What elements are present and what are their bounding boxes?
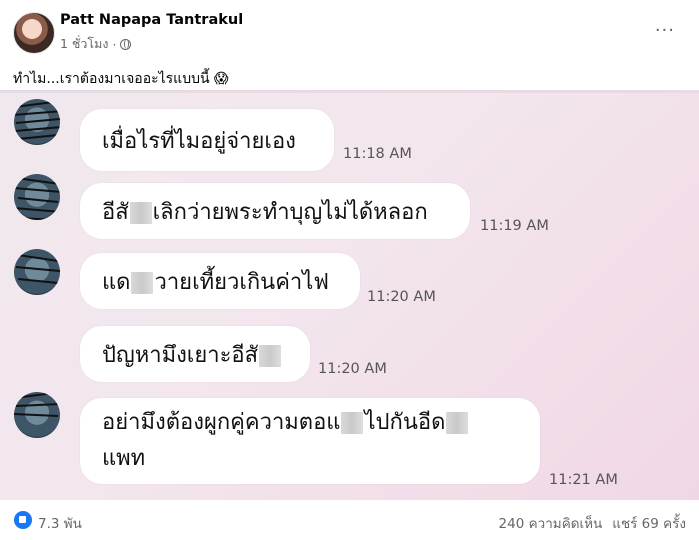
message-time: 11:20 AM [367, 289, 436, 305]
scribble-overlay [14, 392, 60, 417]
message-text-start: แด [102, 269, 131, 295]
message-bubble: เมื่อไรที่ไมอยู่จ่ายเอง [80, 109, 334, 171]
message-text-start: อย่ามึงต้องผูกคู่ความตอแ [102, 410, 341, 435]
sender-avatar [14, 99, 60, 145]
censor-block [131, 271, 154, 294]
message-text-end: วายเที้ยวเกินค่าไฟ [154, 269, 329, 295]
scribble-overlay [14, 100, 60, 140]
post-caption: ทำไม...เราต้องมาเจออะไรแบบนี้ 😱 [13, 71, 229, 87]
post-stats: 240 ความคิดเห็น แชร์ 69 ครั้ง [499, 512, 686, 534]
message-text-start: ปัญหามึงเยาะอีสั [102, 342, 259, 368]
more-icon[interactable]: ··· [655, 20, 675, 41]
chat-screenshot[interactable]: เมื่อไรที่ไมอยู่จ่ายเอง 11:18 AM อีสั เลิ… [0, 90, 699, 500]
censor-block [129, 201, 152, 224]
message-bubble: แด วายเที้ยวเกินค่าไฟ [80, 253, 360, 309]
message-bubble: อย่ามึงต้องผูกคู่ความตอแ ไปกันอีด แพท [80, 398, 540, 484]
message-time: 11:21 AM [549, 472, 618, 488]
message-text-start: อีสั [102, 199, 129, 225]
message-text: เมื่อไรที่ไมอยู่จ่ายเอง [102, 128, 296, 154]
author-name[interactable]: Patt Napapa Tantrakul [60, 12, 243, 28]
scribble-overlay [14, 177, 60, 220]
message-text-line2: แพท [102, 446, 146, 471]
message-time: 11:18 AM [343, 146, 412, 162]
like-icon[interactable] [14, 511, 32, 529]
sender-avatar [14, 249, 60, 295]
censor-block [259, 344, 282, 367]
divider [0, 90, 699, 93]
post-meta: 1 ชั่วโมง · [60, 34, 132, 54]
post-header: Patt Napapa Tantrakul 1 ชั่วโมง · ··· [0, 0, 699, 58]
message-text: ปัญหามึงเยาะอีสั [102, 337, 282, 372]
message-time: 11:20 AM [318, 361, 387, 377]
author-avatar[interactable] [13, 12, 55, 54]
meta-separator: · [112, 36, 117, 52]
censor-block [341, 412, 364, 434]
message-bubble: ปัญหามึงเยาะอีสั [80, 326, 310, 382]
sender-avatar [14, 174, 60, 220]
message-time: 11:19 AM [480, 218, 549, 234]
message-text-mid: ไปกันอีด [364, 410, 446, 435]
comment-count[interactable]: 240 ความคิดเห็น [499, 512, 603, 534]
globe-icon [120, 38, 132, 50]
message-text-end: เลิกว่ายพระทำบุญไม่ได้หลอก [152, 199, 428, 225]
sender-avatar [14, 392, 60, 438]
message-bubble: อีสั เลิกว่ายพระทำบุญไม่ได้หลอก [80, 183, 470, 239]
post-time[interactable]: 1 ชั่วโมง [60, 34, 109, 54]
share-count[interactable]: แชร์ 69 ครั้ง [612, 512, 686, 534]
message-text-line1: อย่ามึงต้องผูกคู่ความตอแ ไปกันอีด [102, 405, 469, 441]
message-text: แด วายเที้ยวเกินค่าไฟ [102, 264, 329, 299]
scribble-overlay [15, 254, 60, 284]
post-footer: 7.3 พัน 240 ความคิดเห็น แชร์ 69 ครั้ง [0, 500, 699, 540]
reaction-count[interactable]: 7.3 พัน [38, 512, 82, 534]
message-text: อีสั เลิกว่ายพระทำบุญไม่ได้หลอก [102, 194, 428, 229]
censor-block [446, 412, 469, 434]
